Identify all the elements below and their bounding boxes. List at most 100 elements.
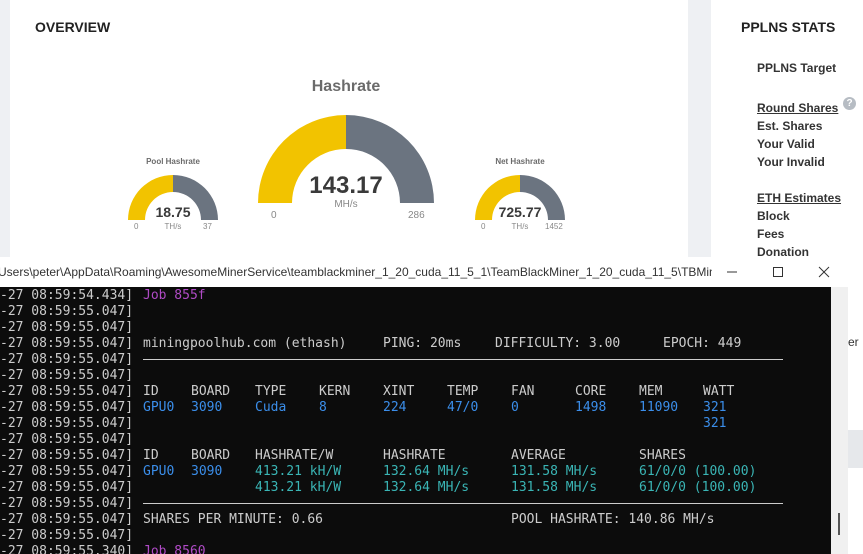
log-timestamp: -27 08:59:55.047] — [0, 464, 134, 479]
log-timestamp: -27 08:59:54.434] — [0, 288, 134, 303]
hash-hashrate: 132.64 MH/s — [383, 464, 470, 479]
right-panel-divider — [848, 430, 863, 468]
hashrate-gauge-unit: MH/s — [334, 199, 358, 210]
total-efficiency: 413.21 kH/W — [255, 480, 342, 495]
log-timestamp: -27 08:59:55.047] — [0, 400, 134, 415]
hash-shares: 61/0/0 (100.00) — [639, 464, 757, 479]
dev-header-watt: WATT — [703, 384, 735, 399]
log-timestamp: -27 08:59:55.047] — [0, 304, 134, 319]
hash-header-hashrate-w: HASHRATE/W — [255, 448, 334, 463]
divider — [143, 359, 783, 360]
net-hashrate-max: 1452 — [545, 222, 563, 231]
ping-value: PING: 20ms — [383, 336, 462, 351]
close-button[interactable] — [801, 257, 847, 287]
hash-header-shares: SHARES — [639, 448, 686, 463]
dev-core: 1498 — [575, 400, 607, 415]
dev-temp: 47/0 — [447, 400, 479, 415]
log-timestamp: -27 08:59:55.047] — [0, 432, 134, 447]
dev-header-kern: KERN — [319, 384, 351, 399]
round-shares-link[interactable]: Round Shares — [757, 101, 838, 115]
pool-hashrate-unit: TH/s — [164, 222, 182, 231]
dev-header-type: TYPE — [255, 384, 287, 399]
log-timestamp: -27 08:59:55.047] — [0, 528, 134, 543]
maximize-icon — [773, 267, 783, 277]
hash-average: 131.58 MH/s — [511, 464, 598, 479]
dev-header-mem: MEM — [639, 384, 663, 399]
hash-id: GPU0 — [143, 464, 175, 479]
minimize-button[interactable] — [709, 257, 755, 287]
log-timestamp: -27 08:59:55.047] — [0, 368, 134, 383]
pool-hashrate-min: 0 — [134, 222, 139, 231]
partial-text: er — [848, 335, 859, 349]
total-average: 131.58 MH/s — [511, 480, 598, 495]
net-hashrate-value: 725.77 — [498, 204, 542, 220]
log-timestamp: -27 08:59:55.047] — [0, 448, 134, 463]
terminal-console[interactable]: -27 08:59:54.434] -27 08:59:55.047] -27 … — [0, 287, 831, 554]
hashrate-gauge-title: Hashrate — [311, 78, 381, 95]
dev-board: 3090 — [191, 400, 223, 415]
dev-header-core: CORE — [575, 384, 607, 399]
your-valid-label: Your Valid — [757, 137, 815, 151]
fees-label: Fees — [757, 227, 785, 241]
hash-efficiency: 413.21 kH/W — [255, 464, 342, 479]
block-label: Block — [757, 209, 790, 223]
net-hashrate-title: Net Hashrate — [495, 157, 545, 166]
hash-board: 3090 — [191, 464, 223, 479]
terminal-scrollbar[interactable] — [831, 287, 848, 554]
dev-watt: 321 — [703, 400, 727, 415]
total-hashrate: 132.64 MH/s — [383, 480, 470, 495]
log-timestamp: -27 08:59:55.340] — [0, 544, 134, 554]
overview-title: OVERVIEW — [35, 19, 111, 35]
log-timestamp: -27 08:59:55.047] — [0, 480, 134, 495]
pool-hashrate-value: 18.75 — [155, 204, 191, 220]
terminal-title-bar[interactable]: Users\peter\AppData\Roaming\AwesomeMiner… — [0, 257, 848, 288]
difficulty-value: DIFFICULTY: 3.00 — [495, 336, 621, 351]
pool-hashrate: POOL HASHRATE: 140.86 MH/s — [511, 512, 715, 527]
net-hashrate-min: 0 — [481, 222, 486, 231]
log-timestamp: -27 08:59:55.047] — [0, 320, 134, 335]
log-timestamp: -27 08:59:55.047] — [0, 512, 134, 527]
log-timestamp: -27 08:59:55.047] — [0, 352, 134, 367]
overview-panel: OVERVIEW Hashrate 143.17 MH/s 0 286 Pool… — [10, 0, 688, 265]
job-line: Job 855f — [143, 288, 206, 303]
watt-total: 321 — [703, 416, 727, 431]
est-shares-label: Est. Shares — [757, 119, 823, 133]
close-icon — [818, 266, 830, 278]
dev-xint: 224 — [383, 400, 407, 415]
dev-fan: 0 — [511, 400, 519, 415]
your-invalid-label: Your Invalid — [757, 155, 825, 169]
dev-mem: 11090 — [639, 400, 679, 415]
dev-header-fan: FAN — [511, 384, 535, 399]
dev-type: Cuda — [255, 400, 287, 415]
terminal-window-title: Users\peter\AppData\Roaming\AwesomeMiner… — [0, 265, 712, 279]
hashrate-gauge-max: 286 — [408, 210, 425, 221]
dev-kern: 8 — [319, 400, 327, 415]
eth-estimates-link[interactable]: ETH Estimates — [757, 191, 841, 205]
pplns-target-label: PPLNS Target — [757, 61, 837, 75]
minimize-icon — [727, 271, 737, 273]
hashrate-gauge-min: 0 — [271, 210, 277, 221]
pplns-stats-title: PPLNS STATS — [741, 19, 836, 35]
net-hashrate-unit: TH/s — [511, 222, 529, 231]
dev-header-temp: TEMP — [447, 384, 479, 399]
maximize-button[interactable] — [755, 257, 801, 287]
hash-header-average: AVERAGE — [511, 448, 566, 463]
pool-hashrate-title: Pool Hashrate — [146, 157, 200, 166]
hashrate-gauge-value: 143.17 — [309, 172, 383, 199]
log-timestamp: -27 08:59:55.047] — [0, 384, 134, 399]
pool-name: miningpoolhub.com (ethash) — [143, 336, 347, 351]
dev-id: GPU0 — [143, 400, 175, 415]
hash-header-hashrate: HASHRATE — [383, 448, 446, 463]
pool-hashrate-max: 37 — [203, 222, 212, 231]
dev-header-id: ID — [143, 384, 159, 399]
log-timestamp: -27 08:59:55.047] — [0, 336, 134, 351]
job-line: Job 8560 — [143, 544, 206, 554]
shares-per-minute: SHARES PER MINUTE: 0.66 — [143, 512, 324, 527]
divider — [143, 503, 783, 504]
dev-header-board: BOARD — [191, 384, 231, 399]
hash-header-board: BOARD — [191, 448, 231, 463]
scrollbar-thumb[interactable] — [838, 513, 840, 535]
hash-header-id: ID — [143, 448, 159, 463]
help-icon[interactable]: ? — [843, 97, 856, 110]
log-timestamp: -27 08:59:55.047] — [0, 416, 134, 431]
